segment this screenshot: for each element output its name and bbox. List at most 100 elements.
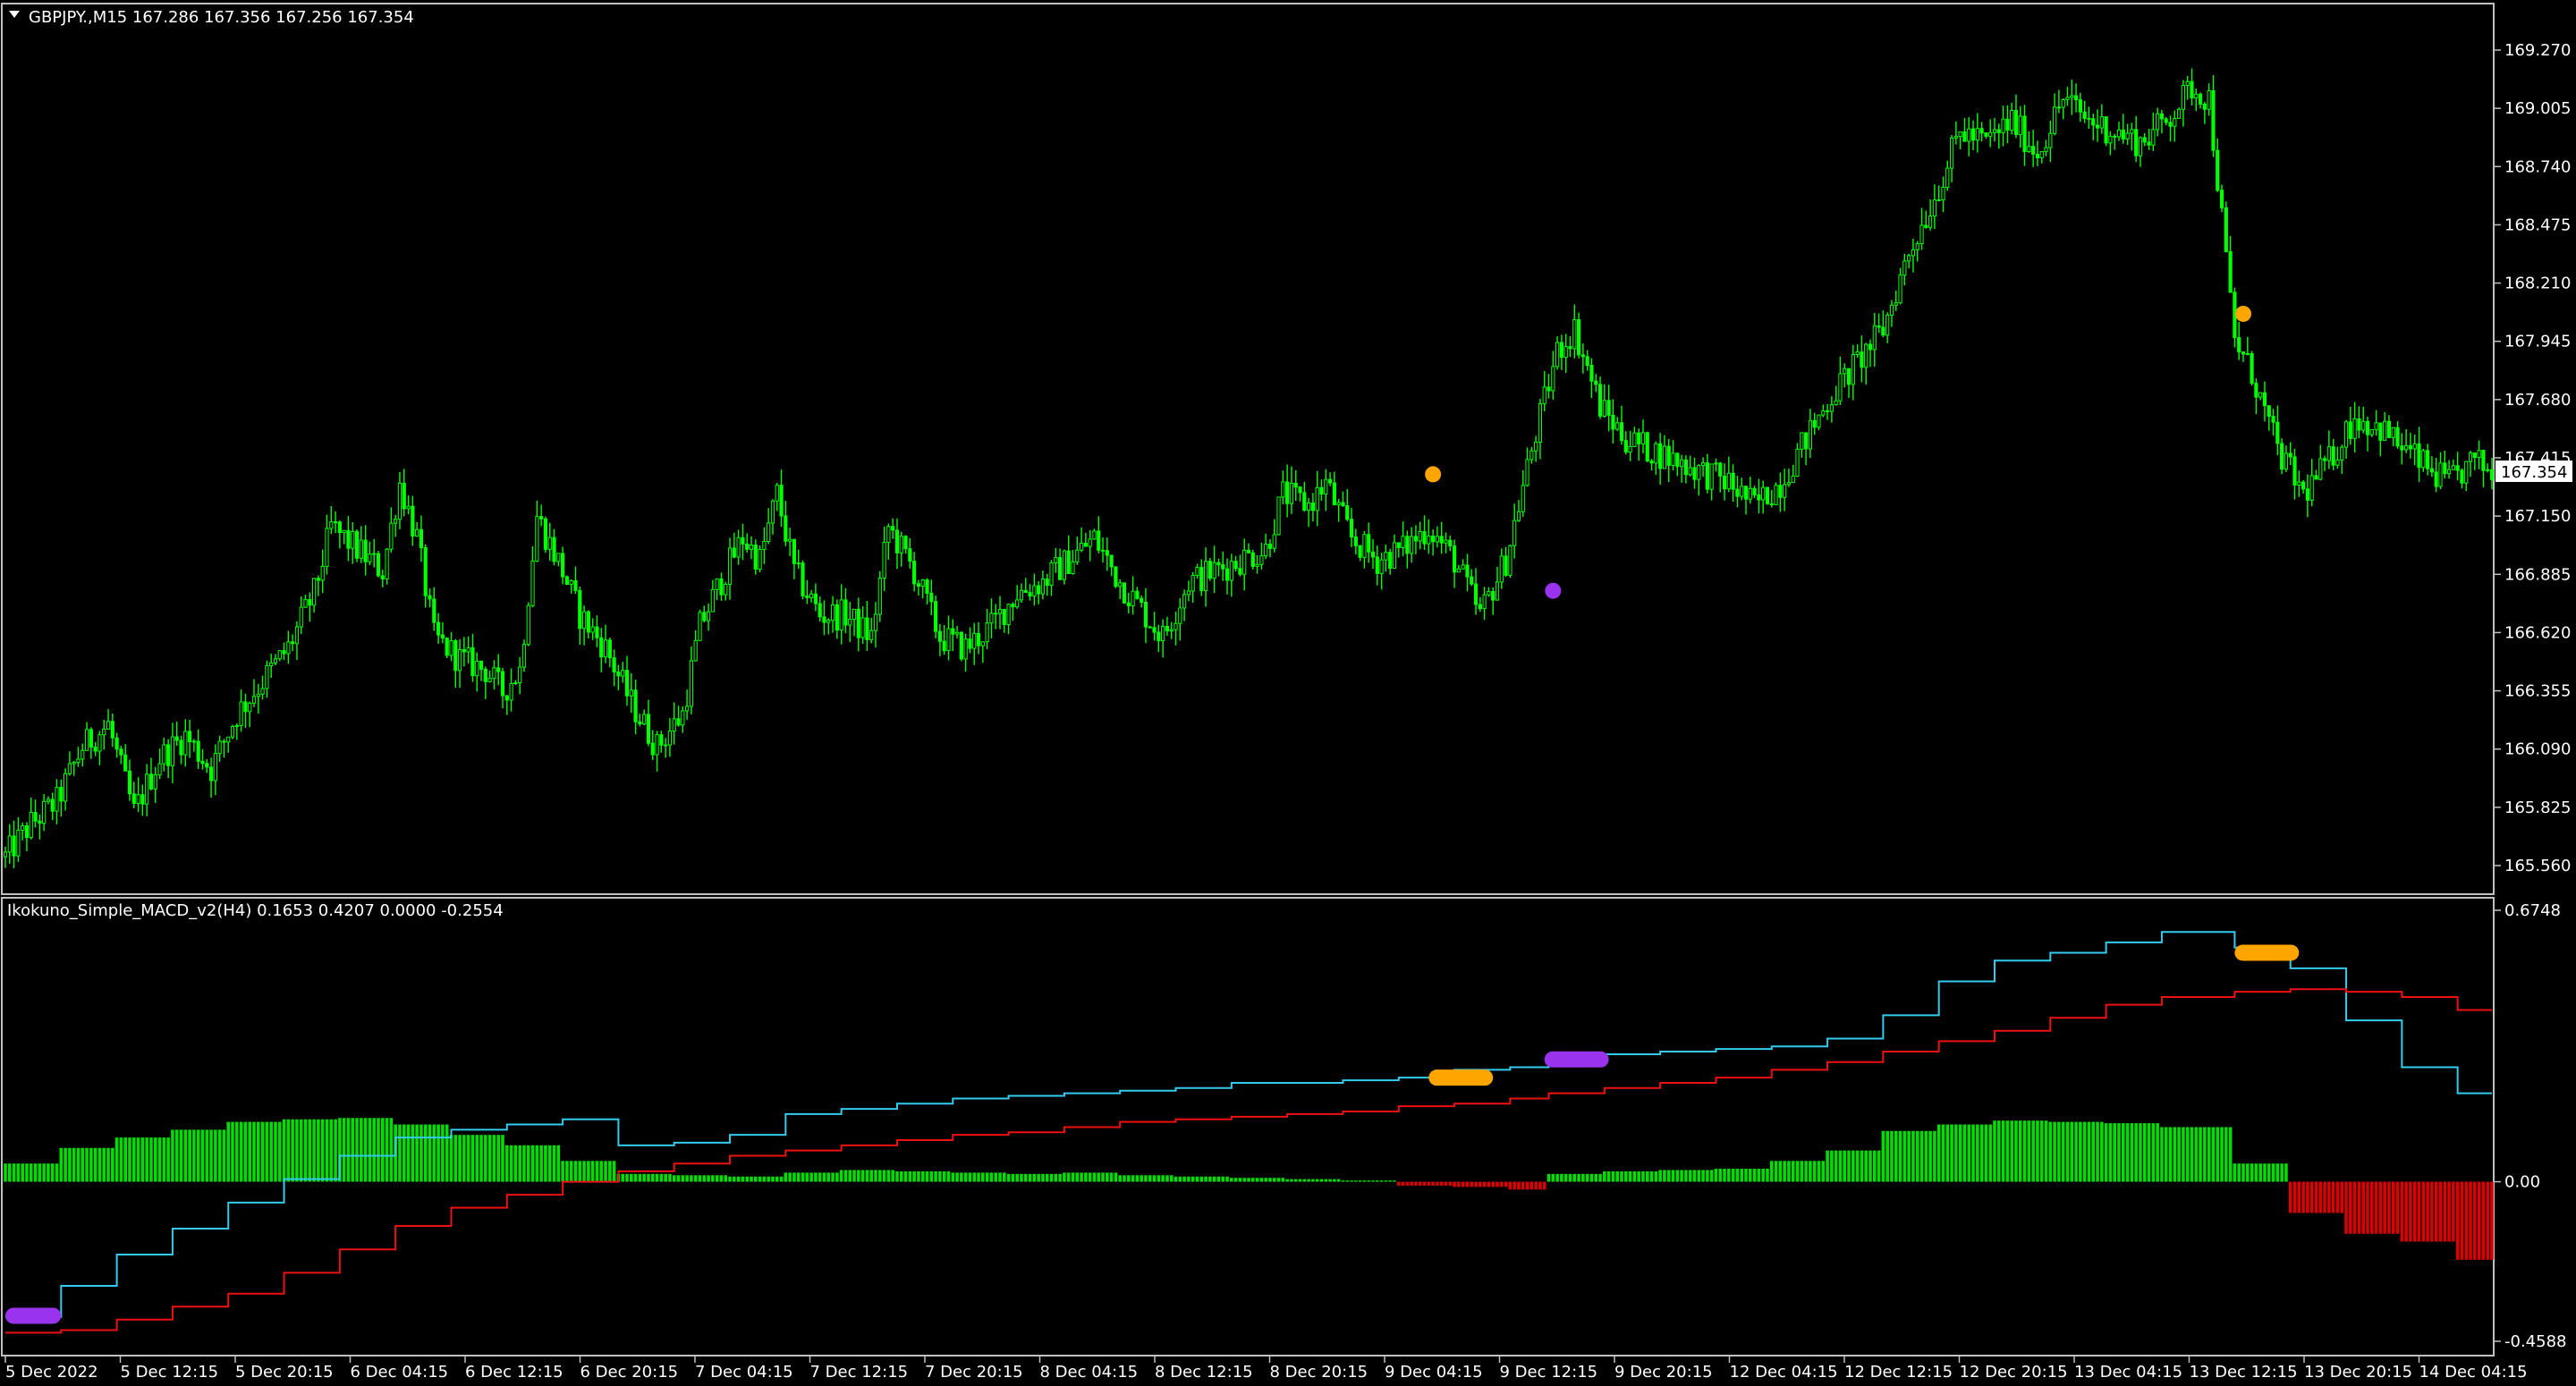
candle-body [1992, 129, 1997, 133]
histogram-bar-positive [595, 1161, 599, 1182]
candle-body [1953, 136, 1958, 139]
candle-body [813, 593, 818, 604]
histogram-bar-positive [1881, 1130, 1885, 1182]
candle-body [1683, 459, 1688, 476]
histogram-bar-positive [496, 1135, 501, 1182]
histogram-bar-positive [509, 1145, 513, 1182]
candle-body [2361, 420, 2366, 431]
histogram-bar-positive [398, 1124, 402, 1182]
histogram-bar-positive [839, 1170, 843, 1182]
histogram-bar-positive [72, 1147, 76, 1182]
candle-body [1100, 549, 1106, 552]
candle-body [1182, 594, 1187, 609]
histogram-bar-positive [2061, 1121, 2065, 1182]
histogram-bar-positive [1852, 1150, 1855, 1182]
candle-body [24, 824, 30, 839]
candle-body [2001, 118, 2005, 133]
histogram-bar-positive [2044, 1120, 2048, 1182]
candle-body [504, 695, 509, 701]
histogram-bar-positive [355, 1118, 359, 1182]
candle-body [2481, 450, 2486, 471]
candle-body [1530, 450, 1534, 461]
candle-body [453, 640, 458, 672]
histogram-bar-positive [2018, 1120, 2022, 1182]
histogram-bar-positive [1324, 1179, 1328, 1182]
candle-body [543, 518, 548, 550]
histogram-bar-positive [16, 1163, 21, 1182]
histogram-bar-positive [1868, 1150, 1872, 1182]
histogram-bar-negative [2438, 1181, 2443, 1242]
histogram-bar-positive [745, 1176, 750, 1182]
histogram-bar-positive [1611, 1170, 1615, 1182]
candle-body [1327, 478, 1333, 484]
histogram-bar-positive [750, 1176, 753, 1182]
histogram-bar-positive [2001, 1120, 2005, 1182]
histogram-bar-positive [12, 1163, 16, 1182]
candle-body [102, 728, 106, 736]
candle-body [380, 575, 385, 579]
histogram-bar-positive [1623, 1170, 1628, 1182]
candle-body [865, 617, 869, 640]
candle-body [826, 620, 831, 623]
time-tick-label: 9 Dec 12:15 [1500, 1363, 1598, 1382]
histogram-bar-positive [1996, 1120, 2001, 1182]
candle-body [976, 632, 981, 647]
candle-body [2258, 392, 2263, 398]
histogram-bar-positive [1290, 1179, 1293, 1182]
candle-body [732, 547, 736, 558]
histogram-bar-positive [518, 1145, 521, 1182]
histogram-bar-positive [1358, 1180, 1362, 1182]
histogram-bar-positive [693, 1175, 698, 1182]
candle-body [1757, 494, 1761, 501]
histogram-bar-positive [1598, 1173, 1602, 1182]
candle-body [354, 530, 360, 559]
candle-body [2224, 207, 2228, 252]
histogram-bar-positive [1654, 1170, 1658, 1182]
histogram-bar-positive [938, 1170, 942, 1182]
candle-body [2267, 405, 2271, 418]
candle-body [55, 786, 59, 812]
candle-body [1743, 486, 1749, 500]
histogram-bar-positive [1178, 1176, 1182, 1182]
histogram-bar-positive [432, 1124, 436, 1182]
histogram-bar-negative [2391, 1181, 2395, 1234]
candle-body [131, 793, 136, 805]
candle-body [1851, 353, 1855, 385]
histogram-bar-positive [1843, 1150, 1847, 1182]
histogram-bar-positive [2048, 1121, 2053, 1182]
histogram-bar-positive [29, 1163, 33, 1182]
histogram-bar-positive [2074, 1121, 2078, 1182]
candle-body [972, 632, 977, 649]
candle-body [2301, 481, 2306, 490]
histogram-bar-positive [1740, 1169, 1744, 1182]
candle-body [894, 529, 900, 554]
candle-body [2271, 416, 2275, 423]
candle-body [784, 515, 788, 542]
candle-body [561, 553, 565, 578]
candle-body [2070, 95, 2074, 98]
histogram-bar-positive [1585, 1173, 1589, 1182]
candle-body [466, 647, 470, 653]
candle-body [423, 546, 428, 596]
candle-body [1298, 486, 1302, 494]
candle-body [1362, 534, 1367, 558]
histogram-bar-positive [157, 1137, 162, 1182]
histogram-bar-positive [235, 1121, 239, 1182]
histogram-bar-positive [857, 1170, 860, 1182]
histogram-bar-positive [664, 1173, 667, 1182]
histogram-bar-positive [1791, 1161, 1795, 1182]
histogram-bar-positive [1701, 1170, 1705, 1182]
candle-body [188, 731, 192, 743]
histogram-bar-positive [788, 1172, 792, 1182]
histogram-bar-positive [1979, 1124, 1984, 1182]
candle-body [852, 608, 857, 621]
candle-body [1478, 604, 1482, 610]
candle-body [2280, 443, 2284, 470]
histogram-bar-negative [2340, 1181, 2344, 1213]
candle-body [1148, 626, 1152, 629]
histogram-bar-positive [2139, 1123, 2142, 1182]
histogram-bar-negative [2297, 1181, 2301, 1213]
histogram-bar-positive [277, 1121, 282, 1182]
candle-body [93, 747, 97, 752]
candle-body [873, 613, 878, 631]
